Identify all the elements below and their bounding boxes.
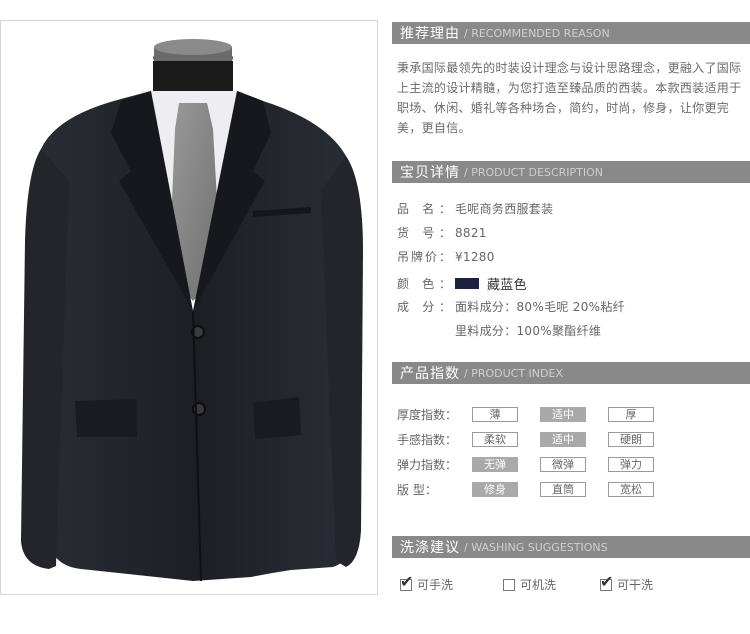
section-header-index: 产品指数 / PRODUCT INDEX [392,362,750,384]
checkmark-icon: ✔ [600,571,614,591]
index-row-elasticity: 弹力指数： [397,456,461,473]
index-option: 直筒 [540,482,586,497]
detail-label: 吊牌价： [397,250,451,264]
section-header-reason: 推荐理由 / RECOMMENDED REASON [392,22,750,44]
detail-lining-row: 里料成分：100%聚酯纤维 [455,322,601,339]
section-title-cn: 洗涤建议 [400,540,460,556]
index-option: 弹力 [608,457,654,472]
index-option-selected: 适中 [540,407,586,422]
index-option-selected: 修身 [472,482,518,497]
index-option: 柔软 [472,432,518,447]
index-row-thickness: 厚度指数： [397,406,461,423]
index-option: 硬朗 [608,432,654,447]
product-photo [0,20,378,595]
checkbox-checked-icon: ✔ [600,573,613,591]
index-option: 宽松 [608,482,654,497]
section-title-en: / PRODUCT DESCRIPTION [464,165,604,179]
section-title-cn: 推荐理由 [400,26,460,42]
wash-hand: ✔ 可手洗 [400,573,454,593]
product-sku: 8821 [455,225,487,240]
wash-label: 可机洗 [520,578,557,592]
checkmark-icon: ✔ [400,571,414,591]
detail-label: 颜 色： [397,277,451,291]
section-header-wash: 洗涤建议 / WASHING SUGGESTIONS [392,536,750,558]
section-title-en: / PRODUCT INDEX [464,366,563,380]
detail-label: 品 名： [397,202,451,216]
wash-label: 可干洗 [617,578,654,592]
index-label: 弹力指数： [397,458,458,472]
detail-price-row: 吊牌价： ¥1280 [397,248,495,265]
section-header-detail: 宝贝详情 / PRODUCT DESCRIPTION [392,161,750,183]
section-title-cn: 产品指数 [400,366,460,382]
wash-dry: ✔ 可干洗 [600,573,654,593]
index-label: 手感指数： [397,433,458,447]
detail-name-row: 品 名： 毛呢商务西服套装 [397,200,553,217]
color-swatch [455,278,479,289]
index-row-fit: 版 型： [397,481,461,498]
index-label: 厚度指数： [397,408,458,422]
index-option: 微弹 [540,457,586,472]
index-option: 厚 [608,407,654,422]
wash-label: 可手洗 [417,578,454,592]
detail-label: 成 分： [397,300,451,314]
index-option-selected: 无弹 [472,457,518,472]
wash-machine: 可机洗 [503,576,556,593]
product-price: ¥1280 [455,249,495,264]
index-option-selected: 适中 [540,432,586,447]
material-outer: 面料成分：80%毛呢 20%粘纤 [455,300,625,314]
recommend-text: 秉承国际最领先的时装设计理念与设计思路理念，更融入了国际上主流的设计精髓，为您打… [397,61,742,135]
detail-color-row: 颜 色： 藏蓝色 [397,274,527,293]
section-title-en: / RECOMMENDED REASON [464,26,610,40]
product-color: 藏蓝色 [487,278,527,293]
checkbox-checked-icon: ✔ [400,573,413,591]
detail-sku-row: 货 号： 8821 [397,224,487,241]
index-row-feel: 手感指数： [397,431,461,448]
detail-material-row: 成 分： 面料成分：80%毛呢 20%粘纤 [397,298,625,315]
section-title-cn: 宝贝详情 [400,165,460,181]
detail-label: 货 号： [397,226,451,240]
index-label: 版 型： [397,483,437,497]
material-lining: 里料成分：100%聚酯纤维 [455,324,602,338]
index-option: 薄 [472,407,518,422]
checkbox-empty-icon [503,578,515,591]
product-name: 毛呢商务西服套装 [455,202,554,216]
section-title-en: / WASHING SUGGESTIONS [464,540,608,554]
